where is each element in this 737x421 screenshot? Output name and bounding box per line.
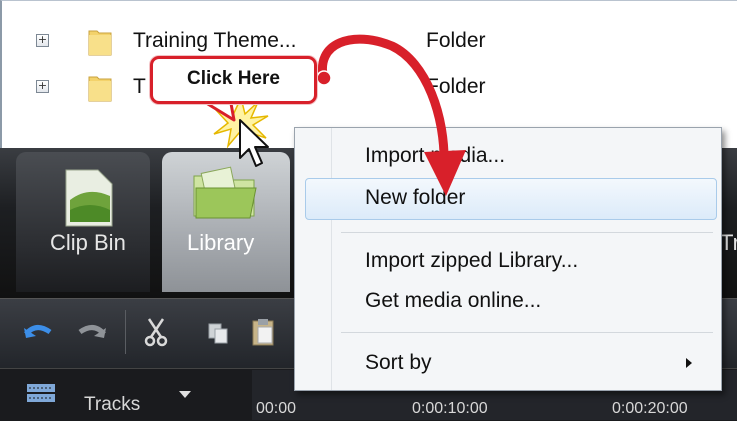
dropdown-arrow-icon[interactable]: [178, 390, 192, 400]
copy-icon[interactable]: [207, 322, 229, 344]
mouse-cursor-icon: [239, 119, 269, 167]
tracks-label[interactable]: Tracks: [84, 394, 140, 416]
time-marker: 00:00: [256, 400, 297, 417]
menu-item-get-media-online[interactable]: Get media online...: [305, 281, 715, 321]
clip-bin-icon: [65, 169, 113, 227]
callout-text: Click Here: [187, 68, 280, 89]
toolbar-divider: [125, 310, 126, 354]
menu-separator: [341, 232, 713, 233]
time-marker: 0:00:10:00: [412, 400, 488, 417]
menu-item-import-zipped-library[interactable]: Import zipped Library...: [305, 241, 715, 281]
list-item-name: Training Theme...: [133, 29, 297, 52]
tracks-icon[interactable]: [26, 382, 56, 404]
menu-item-label: Sort by: [365, 351, 432, 374]
time-marker: 0:00:20:00: [612, 400, 688, 417]
paste-icon[interactable]: [250, 317, 276, 347]
folder-icon: [88, 30, 112, 56]
tab-clip-bin-label: Clip Bin: [50, 230, 126, 255]
menu-item-sort-by[interactable]: Sort by: [305, 343, 715, 383]
callout-bubble: Click Here: [150, 56, 317, 104]
annotation-arrow: [316, 34, 466, 196]
expand-plus-icon[interactable]: +: [36, 34, 49, 47]
folder-icon: [88, 76, 112, 102]
cut-icon[interactable]: [143, 317, 169, 347]
tab-partial-label[interactable]: Tr: [720, 230, 737, 256]
tab-clip-bin[interactable]: [16, 152, 150, 292]
redo-icon[interactable]: [78, 320, 108, 344]
menu-separator: [341, 332, 713, 333]
undo-icon[interactable]: [22, 320, 52, 344]
list-item-name: T: [133, 75, 146, 98]
submenu-arrow-icon: [686, 358, 692, 368]
menu-item-label: Get media online...: [365, 289, 542, 312]
expand-plus-icon[interactable]: +: [36, 80, 49, 93]
menu-item-label: Import zipped Library...: [365, 249, 579, 272]
tab-library-label: Library: [187, 230, 255, 255]
